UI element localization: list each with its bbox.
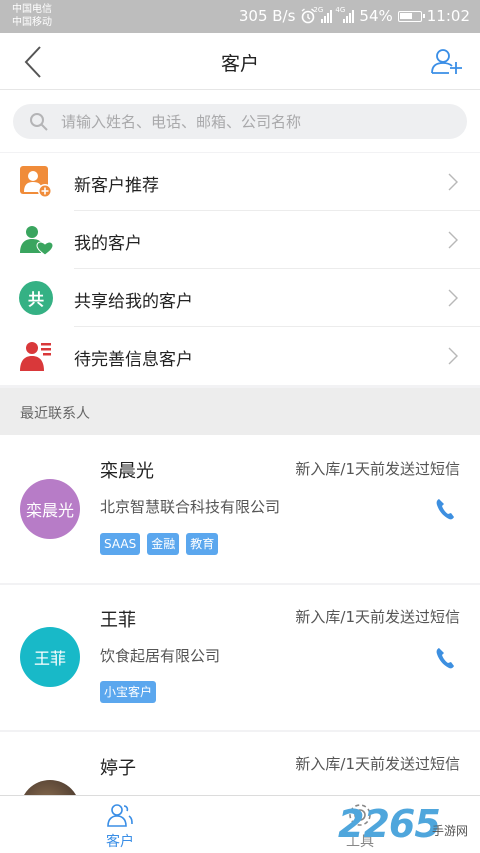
signal-2-label: 4G — [335, 5, 346, 14]
battery-icon — [397, 10, 425, 22]
menu-label: 我的客户 — [74, 234, 142, 254]
avatar-text: 栾晨光 — [25, 501, 74, 520]
header: 客户 — [0, 33, 480, 90]
customer-menu: 新客户推荐 我的客户 共 共享给我的客户 待完善信息客户 — [0, 153, 480, 385]
menu-shared-customers[interactable]: 共 共享给我的客户 — [0, 269, 480, 327]
customers-tab-icon — [107, 804, 133, 827]
chevron-right-icon — [448, 231, 458, 249]
search-input[interactable] — [61, 112, 441, 131]
chevron-right-icon — [448, 173, 458, 191]
contact-card[interactable]: 婷子 新入库/1天前发送过短信 — [0, 732, 480, 795]
avatar: 栾晨光 — [20, 479, 80, 539]
carrier-2: 中国移动 — [12, 17, 52, 28]
watermark-logo: 2265 手游网 — [330, 800, 480, 852]
avatar-text: 王菲 — [33, 649, 66, 668]
contact-status: 新入库/1天前发送过短信 — [295, 460, 460, 478]
new-customer-icon — [20, 166, 52, 198]
watermark-text: 手游网 — [432, 824, 469, 838]
tab-customers[interactable]: 客户 — [60, 796, 180, 853]
add-customer-button[interactable] — [430, 45, 464, 79]
phone-icon[interactable] — [434, 497, 456, 521]
chevron-right-icon — [448, 347, 458, 365]
signal-icon: 4G — [335, 6, 355, 23]
shared-icon-text: 共 — [27, 290, 44, 309]
phone-icon[interactable] — [434, 646, 456, 670]
contact-card[interactable]: 王菲 王菲 新入库/1天前发送过短信 饮食起居有限公司 小宝客户 — [0, 585, 480, 730]
signal-1-label: 2G — [313, 5, 324, 14]
contact-status: 新入库/1天前发送过短信 — [295, 755, 460, 773]
contact-name: 婷子 — [100, 758, 136, 779]
recent-contacts-header: 最近联系人 — [0, 388, 480, 435]
contact-name: 王菲 — [100, 610, 136, 631]
status-bar: 中国电信 中国移动 305 B/s 2G 4G 54% 11:02 — [0, 0, 480, 33]
shared-icon: 共 — [19, 281, 53, 315]
chevron-right-icon — [448, 289, 458, 307]
network-speed: 305 B/s — [238, 7, 296, 25]
menu-label: 共享给我的客户 — [74, 292, 193, 312]
recent-contacts-list: 栾晨光 栾晨光 新入库/1天前发送过短信 北京智慧联合科技有限公司 SAAS 金… — [0, 435, 480, 795]
my-customers-icon — [20, 226, 53, 256]
battery-percent: 54% — [359, 7, 393, 25]
search-area — [0, 90, 480, 152]
contact-name: 栾晨光 — [100, 461, 154, 482]
tag: 金融 — [147, 533, 180, 555]
search-icon — [30, 112, 48, 131]
contact-status: 新入库/1天前发送过短信 — [295, 608, 460, 626]
tag-list: 小宝客户 — [100, 681, 157, 703]
carrier-info: 中国电信 中国移动 — [12, 3, 52, 29]
tab-label: 客户 — [106, 834, 134, 850]
avatar — [20, 780, 80, 795]
menu-new-customer-recommend[interactable]: 新客户推荐 — [0, 153, 480, 211]
watermark-number: 2265 — [338, 802, 441, 846]
incomplete-info-icon — [20, 342, 51, 371]
menu-my-customers[interactable]: 我的客户 — [0, 211, 480, 269]
section-title: 最近联系人 — [20, 406, 90, 422]
contact-card[interactable]: 栾晨光 栾晨光 新入库/1天前发送过短信 北京智慧联合科技有限公司 SAAS 金… — [0, 435, 480, 583]
page-title: 客户 — [220, 53, 259, 75]
tag: SAAS — [100, 533, 141, 555]
search-box[interactable] — [13, 104, 467, 139]
tag: 小宝客户 — [100, 681, 157, 703]
status-indicators: 305 B/s 2G 4G 54% 11:02 — [239, 5, 470, 27]
add-user-icon — [431, 49, 462, 74]
signal-icon: 2G — [313, 6, 333, 23]
clock: 11:02 — [426, 7, 470, 25]
avatar: 王菲 — [20, 627, 80, 687]
contact-company: 饮食起居有限公司 — [100, 647, 221, 665]
contact-company: 北京智慧联合科技有限公司 — [100, 498, 281, 516]
menu-incomplete-info-customers[interactable]: 待完善信息客户 — [0, 327, 480, 385]
tag-list: SAAS 金融 教育 — [100, 533, 219, 555]
tag: 教育 — [186, 533, 219, 555]
menu-label: 新客户推荐 — [74, 176, 159, 196]
carrier-1: 中国电信 — [12, 4, 52, 15]
menu-label: 待完善信息客户 — [74, 350, 193, 370]
